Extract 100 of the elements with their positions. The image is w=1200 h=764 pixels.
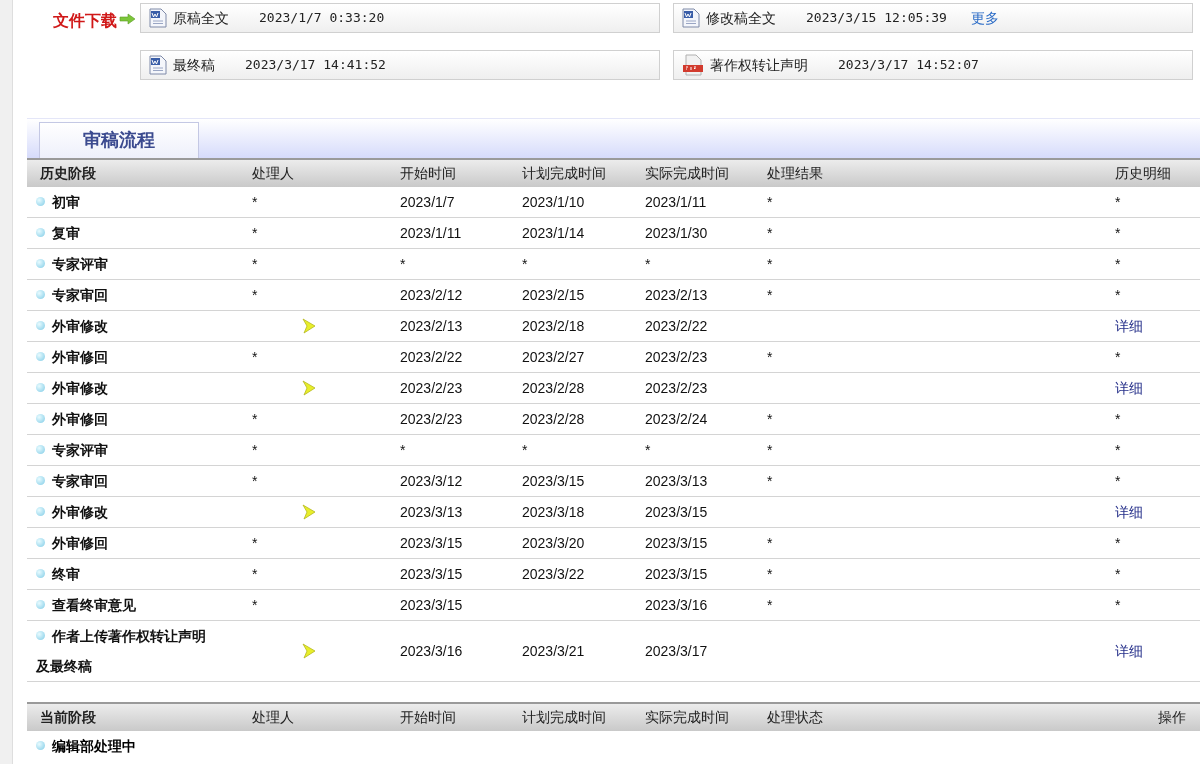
tab[interactable]: 审稿流程 bbox=[39, 122, 199, 158]
file-time: 2023/3/17 14:41:52 bbox=[245, 56, 386, 75]
start-date: 2023/2/23 bbox=[400, 378, 464, 398]
column-header: 处理结果 bbox=[767, 164, 824, 183]
bullet-icon bbox=[36, 538, 45, 547]
start-date: 2023/3/12 bbox=[400, 471, 464, 491]
detail-cell-text: * bbox=[1115, 533, 1122, 553]
column-header: 计划完成时间 bbox=[522, 164, 607, 183]
stage-name: 外审修回 bbox=[27, 342, 252, 372]
result-cell-text: * bbox=[767, 595, 774, 615]
actual-date: 2023/3/16 bbox=[645, 595, 709, 615]
result-cell-text: * bbox=[767, 564, 774, 584]
planned-date: 2023/3/21 bbox=[522, 641, 586, 661]
bullet-icon bbox=[36, 600, 45, 609]
bullet-icon bbox=[36, 631, 45, 640]
download-label: 文件下载 bbox=[53, 11, 117, 31]
actual-date: 2023/3/15 bbox=[645, 533, 709, 553]
actual-date: 2023/2/23 bbox=[645, 378, 709, 398]
start-date: 2023/3/13 bbox=[400, 502, 464, 522]
column-header: 操作 bbox=[1157, 708, 1187, 727]
start-date: 2023/2/13 bbox=[400, 316, 464, 336]
column-header: 计划完成时间 bbox=[522, 708, 607, 727]
file-time: 2023/3/17 14:52:07 bbox=[838, 56, 979, 75]
handler-cell-text: * bbox=[252, 409, 259, 429]
planned-date: 2023/2/15 bbox=[522, 285, 586, 305]
planned-date: * bbox=[522, 440, 529, 460]
file-link[interactable]: 著作权转让声明 bbox=[710, 54, 808, 76]
bullet-icon bbox=[36, 445, 45, 454]
arrow-icon bbox=[119, 13, 136, 25]
actual-date: 2023/3/15 bbox=[645, 564, 709, 584]
planned-date: 2023/2/27 bbox=[522, 347, 586, 367]
file-link[interactable]: 原稿全文 bbox=[173, 7, 229, 29]
handler-cell-text: * bbox=[252, 595, 259, 615]
detail-cell-text: * bbox=[1115, 285, 1122, 305]
pointer-icon bbox=[302, 380, 316, 396]
column-header: 开始时间 bbox=[400, 708, 457, 727]
bullet-icon bbox=[36, 290, 45, 299]
detail-link[interactable]: 详细 bbox=[1115, 315, 1200, 337]
handler-cell-text: * bbox=[252, 223, 259, 243]
stage-name: 初审 bbox=[27, 187, 252, 217]
planned-date: 2023/2/18 bbox=[522, 316, 586, 336]
stage-name: 专家审回 bbox=[27, 466, 252, 496]
column-header: 历史阶段 bbox=[39, 164, 97, 183]
start-date: 2023/2/22 bbox=[400, 347, 464, 367]
pointer-icon bbox=[302, 643, 316, 659]
result-cell-text: * bbox=[767, 223, 774, 243]
start-date: 2023/3/16 bbox=[400, 641, 464, 661]
detail-cell-text: * bbox=[1115, 192, 1122, 212]
stage-name: 专家评审 bbox=[27, 435, 252, 465]
bullet-icon bbox=[36, 569, 45, 578]
column-header: 当前阶段 bbox=[39, 708, 97, 727]
column-header: 处理人 bbox=[252, 708, 295, 727]
column-header: 处理人 bbox=[252, 164, 295, 183]
handler-cell-text: * bbox=[252, 254, 259, 274]
result-cell-text: * bbox=[767, 440, 774, 460]
actual-date: 2023/1/30 bbox=[645, 223, 709, 243]
document-icon bbox=[149, 8, 167, 28]
stage-name: 外审修改 bbox=[27, 373, 252, 403]
result-cell-text: * bbox=[767, 347, 774, 367]
actual-date: 2023/2/22 bbox=[645, 316, 709, 336]
start-date: 2023/2/12 bbox=[400, 285, 464, 305]
bullet-icon bbox=[36, 321, 45, 330]
actual-date: 2023/1/11 bbox=[645, 192, 708, 212]
detail-cell-text: * bbox=[1115, 254, 1122, 274]
detail-cell-text: * bbox=[1115, 347, 1122, 367]
result-cell-text: * bbox=[767, 409, 774, 429]
pointer-icon bbox=[302, 504, 316, 520]
handler-cell-text: * bbox=[252, 192, 259, 212]
actual-date: 2023/3/13 bbox=[645, 471, 709, 491]
detail-link[interactable]: 详细 bbox=[1115, 640, 1200, 662]
stage-name: 查看终审意见 bbox=[27, 590, 252, 620]
start-date: 2023/3/15 bbox=[400, 564, 464, 584]
start-date: 2023/1/7 bbox=[400, 192, 456, 212]
result-cell-text: * bbox=[767, 254, 774, 274]
file-link[interactable]: 修改稿全文 bbox=[706, 7, 776, 29]
handler-cell-text: * bbox=[252, 440, 259, 460]
detail-link[interactable]: 详细 bbox=[1115, 501, 1200, 523]
handler-cell-text: * bbox=[252, 533, 259, 553]
detail-link[interactable]: 详细 bbox=[1115, 377, 1200, 399]
stage-name: 专家审回 bbox=[27, 280, 252, 310]
file-link[interactable]: 最终稿 bbox=[173, 54, 215, 76]
column-header: 历史明细 bbox=[1115, 164, 1172, 183]
bullet-icon bbox=[36, 197, 45, 206]
pdf-icon bbox=[682, 54, 704, 76]
actual-date: 2023/2/13 bbox=[645, 285, 709, 305]
actual-date: * bbox=[645, 440, 652, 460]
handler-cell-text: * bbox=[252, 285, 259, 305]
handler-cell-text: * bbox=[252, 347, 259, 367]
planned-date: 2023/2/28 bbox=[522, 409, 586, 429]
actual-date: 2023/2/24 bbox=[645, 409, 709, 429]
column-header: 实际完成时间 bbox=[645, 708, 730, 727]
stage-name: 专家评审 bbox=[27, 249, 252, 279]
more-link[interactable]: 更多 bbox=[970, 7, 999, 29]
stage-name: 终审 bbox=[27, 559, 252, 589]
file-time: 2023/3/15 12:05:39 bbox=[806, 9, 947, 28]
actual-date: 2023/3/15 bbox=[645, 502, 709, 522]
planned-date: 2023/3/22 bbox=[522, 564, 586, 584]
result-cell-text: * bbox=[767, 533, 774, 553]
handler-cell-text: * bbox=[252, 471, 259, 491]
bullet-icon bbox=[36, 476, 45, 485]
